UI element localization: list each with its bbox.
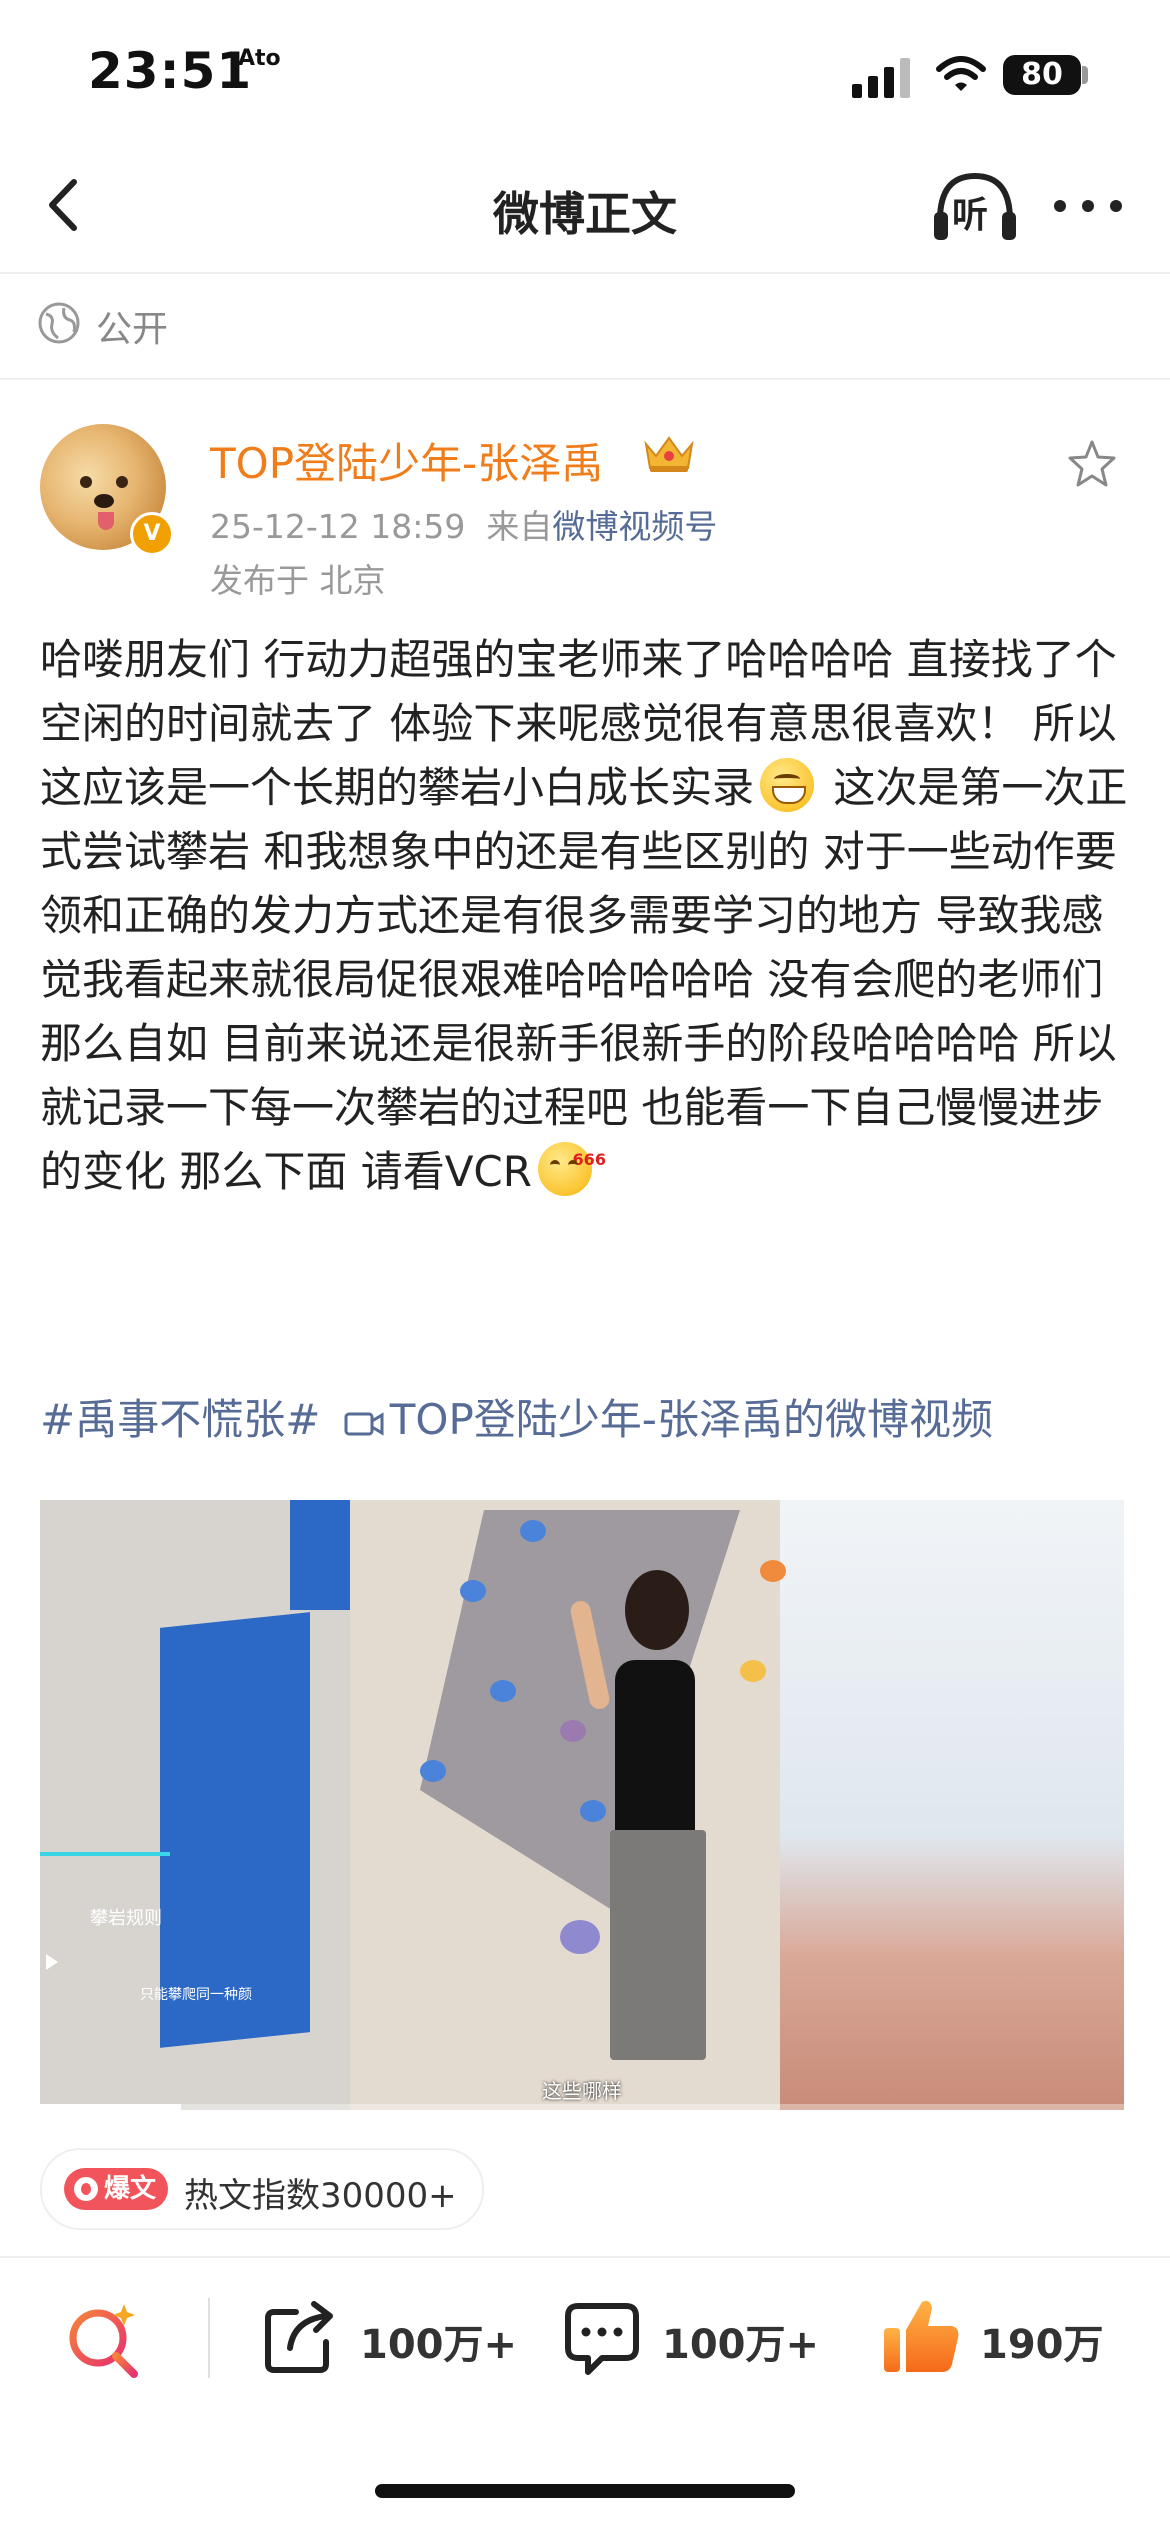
post-location: 发布于 北京 [210,561,386,600]
crown-icon [644,436,694,472]
climbing-hold [580,1800,606,1822]
avatar-eye [80,476,92,488]
post-source-prefix: 来自 [486,507,553,546]
video-progress-bar[interactable] [40,2104,1124,2110]
more-dot-icon [1082,200,1094,212]
climbing-hold [560,1720,586,1742]
video-overlay-line [40,1852,170,1856]
comment-count: 100万+ [662,2322,820,2368]
visibility-row: 公开 [0,272,1170,378]
signal-icon [852,58,910,98]
video-scene-body [615,1660,695,1840]
nav-bar: 微博正文 听 [0,150,1170,274]
like-count: 190万 [980,2322,1104,2368]
status-bar: 23:51 Ato 80 [0,0,1170,150]
hot-tag-label: 爆文 [104,2174,157,2204]
author-name[interactable]: TOP登陆少年-张泽禹 [210,430,603,491]
share-icon [265,2301,333,2373]
post-body: 哈喽朋友们 行动力超强的宝老师来了哈哈哈哈 直接找了个空闲的时间就去了 体验下来… [40,628,1132,1204]
status-time: 23:51 [88,42,253,100]
climbing-hold [460,1580,486,1602]
listen-label: 听 [952,195,989,236]
comment-button[interactable]: 100万+ [562,2298,842,2378]
action-separator [208,2298,210,2378]
like-button[interactable]: 190万 [880,2294,1140,2378]
video-scene-panel [290,1500,350,1610]
more-dot-icon [1110,200,1122,212]
thumbs-up-icon [884,2300,959,2372]
verified-badge-icon: V [130,512,174,556]
battery-indicator: 80 [1003,55,1081,95]
status-sub-icon: Ato [238,46,281,71]
video-link[interactable]: TOP登陆少年-张泽禹的微博视频 [390,1395,993,1444]
hot-tag: 爆文 [64,2168,168,2210]
topic-link[interactable]: #禹事不慌张# [40,1395,320,1444]
avatar-tongue [98,512,114,530]
star-icon[interactable] [1066,438,1118,490]
avatar-nose [94,494,114,508]
video-subtitle: 这些哪样 [542,2079,622,2103]
hot-index-badge[interactable]: 爆文 热文指数30000+ [40,2148,484,2230]
video-scene-legs [610,1830,706,2060]
climbing-hold [420,1760,446,1782]
video-player[interactable]: 攀岩规则 只能攀爬同一种颜 这些哪样 [40,1500,1124,2110]
climbing-hold [740,1660,766,1682]
climbing-hold [560,1920,600,1954]
visibility-label: 公开 [96,309,169,350]
flame-icon [74,2177,98,2201]
action-bar: 100万+ 100万+ 190万 [0,2258,1170,2418]
climbing-hold [760,1560,786,1582]
battery-nub [1082,66,1088,84]
video-overlay-sub: 只能攀爬同一种颜 [140,1987,252,2003]
post-source-link[interactable]: 微博视频号 [552,507,717,546]
share-count: 100万+ [360,2322,518,2368]
video-progress-fill [40,2104,181,2110]
search-icon[interactable] [62,2300,152,2380]
emoji-666-tag: 666 [572,1150,606,1169]
hot-index-text: 热文指数30000+ [184,2176,457,2216]
video-scene-head [625,1570,689,1650]
more-menu-button[interactable] [1050,180,1130,230]
666-emoji-icon: 666 [537,1142,606,1196]
avatar-eye [116,476,128,488]
post-header: V TOP登陆少年-张泽禹 25-12-12 18:59 来自微博视频号 发布于… [0,400,1170,610]
topic-line: #禹事不慌张# TOP登陆少年-张泽禹的微博视频 [40,1388,1140,1452]
video-link-icon [344,1412,384,1436]
comment-icon [565,2303,639,2375]
climbing-hold [520,1520,546,1542]
post-meta: 25-12-12 18:59 来自微博视频号 [210,500,717,548]
home-indicator[interactable] [375,2484,795,2498]
video-scene-hall [780,1500,1124,2110]
video-scene-panel [160,1612,310,2048]
section-divider [0,378,1170,380]
post-time: 25-12-12 18:59 [210,507,466,546]
share-button[interactable]: 100万+ [260,2298,520,2378]
video-overlay-label: 攀岩规则 [90,1908,162,1929]
more-dot-icon [1054,200,1066,212]
listen-button[interactable]: 听 [930,168,1020,248]
climbing-hold [490,1680,516,1702]
play-icon [46,1954,58,1970]
grin-emoji-icon [760,758,815,812]
wifi-icon [936,56,986,91]
globe-icon [38,302,80,344]
